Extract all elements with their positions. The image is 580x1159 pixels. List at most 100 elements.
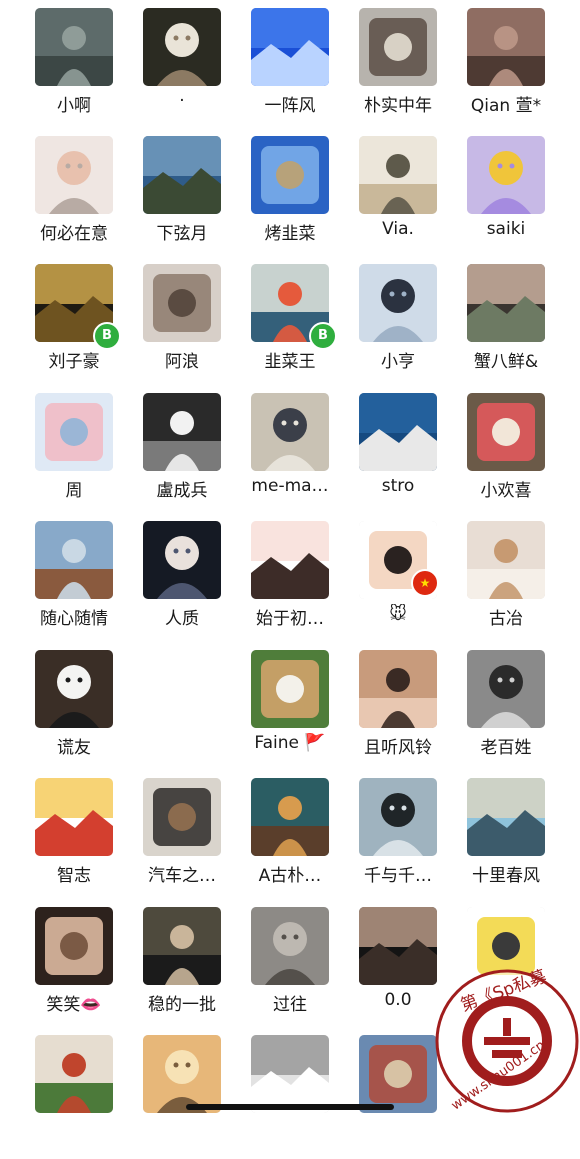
contact-avatar[interactable] [467,264,545,342]
contact-avatar[interactable] [35,1035,113,1113]
contact-avatar[interactable] [35,136,113,214]
contact-item[interactable]: 一阵风 [251,4,359,132]
canyon-person-icon [467,8,545,86]
contact-item[interactable]: Faine 🚩 [251,646,359,774]
contact-avatar[interactable] [143,778,221,856]
contact-avatar[interactable] [467,136,545,214]
contact-avatar[interactable] [35,907,113,985]
contact-item[interactable]: Via. [359,132,467,260]
contact-avatar[interactable] [35,778,113,856]
contact-item[interactable]: 汽车之… [143,774,251,902]
contact-avatar[interactable] [251,393,329,471]
contact-avatar[interactable] [251,778,329,856]
contact-item[interactable]: 盧成兵 [143,389,251,517]
contact-item[interactable]: 阿浪 [143,260,251,388]
contact-avatar[interactable] [359,8,437,86]
woman-portrait-icon [467,264,545,342]
contact-avatar[interactable] [467,778,545,856]
contact-avatar[interactable] [143,8,221,86]
contact-item[interactable]: B 韭菜王 [251,260,359,388]
contact-item[interactable]: 周 [35,389,143,517]
couple-at-sea-icon [359,8,437,86]
contact-item[interactable]: · [143,4,251,132]
contact-item[interactable]: stro [359,389,467,517]
contact-avatar[interactable] [251,907,329,985]
contact-item[interactable] [143,1031,251,1159]
ruins-icon [251,907,329,985]
contact-item[interactable]: 烤韭菜 [251,132,359,260]
contact-item[interactable]: 人质 [143,517,251,645]
contact-avatar[interactable] [143,521,221,599]
contact-avatar[interactable] [359,650,437,728]
contact-item[interactable]: 下弦月 [143,132,251,260]
contact-item[interactable]: 小亨 [359,260,467,388]
contact-avatar[interactable] [467,393,545,471]
contact-avatar[interactable] [143,264,221,342]
contact-name: 且听风铃 [364,738,432,758]
contact-avatar[interactable] [35,521,113,599]
contact-item[interactable]: 且听风铃 [359,646,467,774]
contact-item[interactable]: 稳的一批 [143,903,251,1031]
contact-avatar[interactable] [251,521,329,599]
grey-cat-icon [251,1035,329,1113]
contact-name: 随心随情 [40,609,108,629]
contact-avatar[interactable] [251,8,329,86]
contact-item[interactable]: 随心随情 [35,517,143,645]
contact-item[interactable]: 谎友 [35,646,143,774]
movie-still-icon [143,907,221,985]
contact-avatar[interactable] [467,521,545,599]
contact-avatar[interactable] [143,393,221,471]
watermark-seal-icon: 第《Sp私募 www.simu001.cn [435,967,579,1114]
contact-item[interactable]: 笑笑👄 [35,903,143,1031]
dark-baby-icon [359,907,437,985]
contact-item[interactable]: 小啊 [35,4,143,132]
contact-item[interactable]: A古朴… [251,774,359,902]
contact-item[interactable]: 朴实中年 [359,4,467,132]
contact-avatar[interactable] [359,264,437,342]
contact-item[interactable]: 十里春风 [467,774,575,902]
contact-item[interactable]: 过往 [251,903,359,1031]
man-coast-icon [359,778,437,856]
contact-item[interactable]: Qian 萱* [467,4,575,132]
contact-item[interactable]: me-ma… [251,389,359,517]
contact-avatar[interactable] [251,136,329,214]
contact-name: 韭菜王 [264,352,316,372]
contact-name: 烤韭菜 [264,224,316,244]
contact-avatar[interactable] [359,1035,437,1113]
contact-item[interactable] [35,1031,143,1159]
contact-item[interactable]: ★ 🐭 [359,517,467,645]
contact-name: 古冶 [489,609,523,629]
piggy-snowman-icon [35,393,113,471]
contact-item[interactable]: 始于初… [251,517,359,645]
bw-man-portrait-icon [467,650,545,728]
contact-avatar[interactable] [359,393,437,471]
contact-avatar[interactable] [35,650,113,728]
contact-item[interactable]: 智志 [35,774,143,902]
contact-item[interactable]: 何必在意 [35,132,143,260]
contact-item[interactable] [251,1031,359,1159]
contact-item[interactable]: saiki [467,132,575,260]
contact-item[interactable]: B 刘子豪 [35,260,143,388]
contact-avatar[interactable] [359,907,437,985]
contact-item[interactable]: 老百姓 [467,646,575,774]
contact-avatar[interactable] [251,650,329,728]
home-indicator[interactable] [186,1104,394,1110]
contact-name: 智志 [57,866,91,886]
contact-avatar[interactable] [35,393,113,471]
contact-avatar[interactable] [143,1035,221,1113]
contact-avatar[interactable] [467,8,545,86]
contact-avatar[interactable] [359,778,437,856]
contact-avatar[interactable] [251,1035,329,1113]
contact-avatar[interactable] [35,8,113,86]
contact-item[interactable]: 千与千… [359,774,467,902]
contact-avatar[interactable] [143,907,221,985]
grumpy-cat-icon [143,264,221,342]
contact-avatar[interactable] [359,136,437,214]
contact-item[interactable]: 古冶 [467,517,575,645]
contact-item[interactable]: 蟹八鲜& [467,260,575,388]
contact-avatar[interactable] [143,136,221,214]
road-traveler-icon [143,1035,221,1113]
contact-item[interactable]: 小欢喜 [467,389,575,517]
contact-name: · [179,91,185,111]
contact-avatar[interactable] [467,650,545,728]
